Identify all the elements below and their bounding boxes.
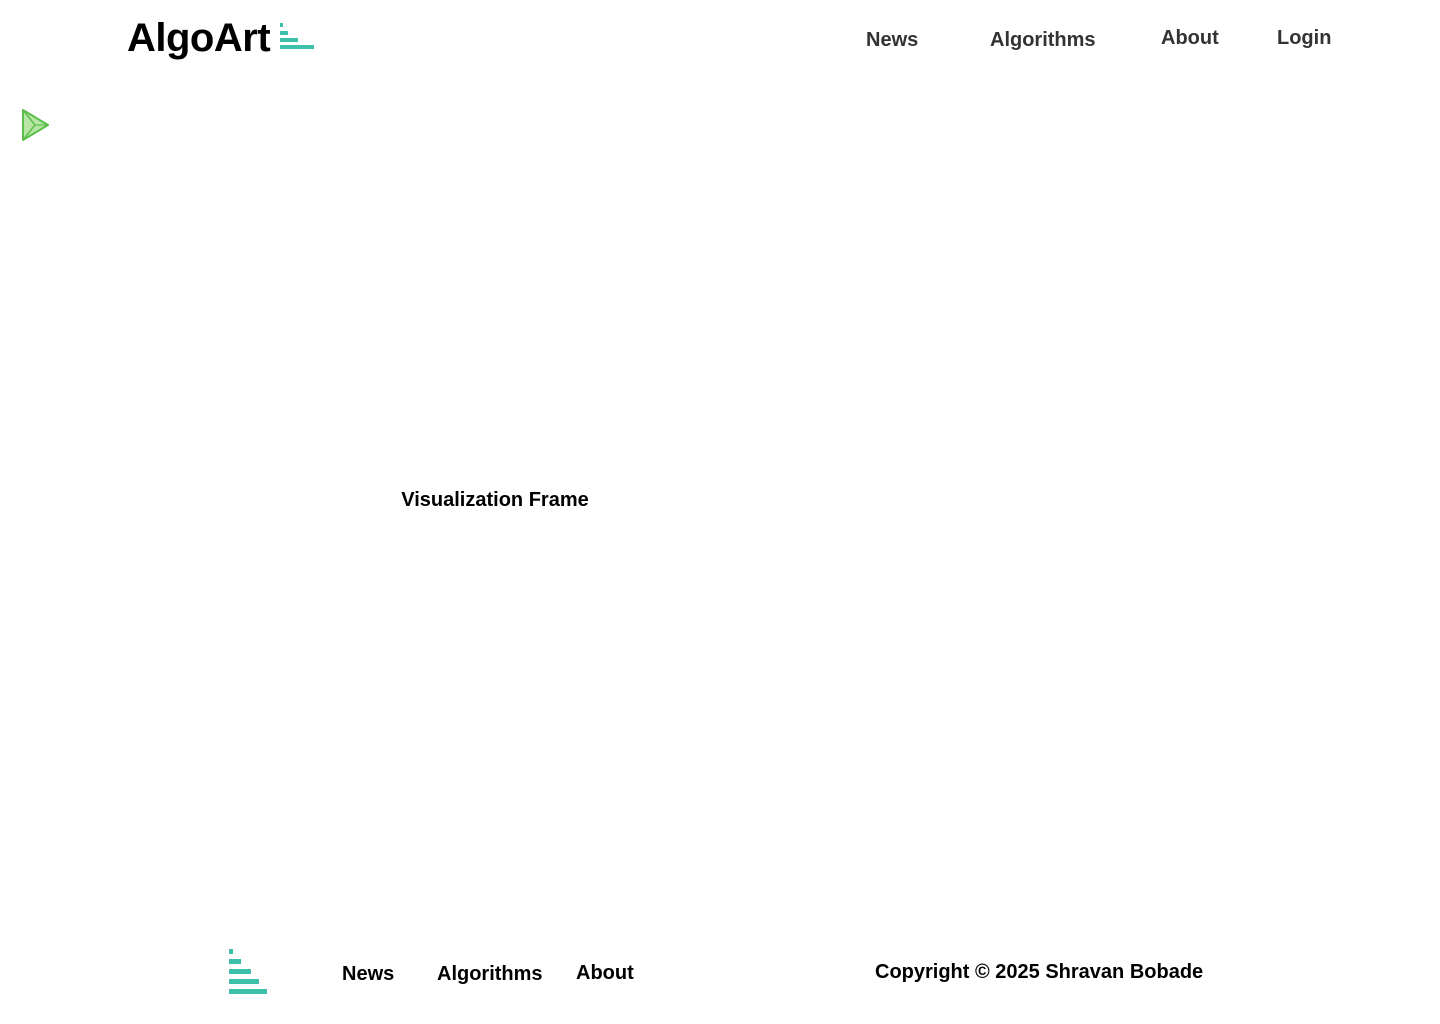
logo-text: AlgoArt (127, 16, 271, 60)
logo-link[interactable]: AlgoArt (127, 14, 315, 62)
visualization-frame-label: Visualization Frame (401, 489, 589, 511)
nav-login[interactable]: Login (1277, 26, 1331, 50)
visualization-frame: Visualization Frame (0, 150, 990, 850)
nav-news[interactable]: News (866, 28, 918, 52)
footer-nav-about[interactable]: About (576, 961, 634, 985)
nav-algorithms[interactable]: Algorithms (990, 28, 1096, 52)
footer-nav-news[interactable]: News (342, 962, 394, 986)
page: AlgoArt News Algorithms About Login Visu… (0, 0, 1440, 1024)
bar-chart-icon (229, 949, 267, 994)
play-button[interactable] (20, 108, 52, 142)
play-icon (22, 109, 49, 141)
bar-chart-icon (280, 23, 315, 49)
copyright-text: Copyright © 2025 Shravan Bobade (875, 961, 1204, 983)
nav-about[interactable]: About (1161, 26, 1219, 50)
footer-nav-algorithms[interactable]: Algorithms (437, 962, 543, 986)
